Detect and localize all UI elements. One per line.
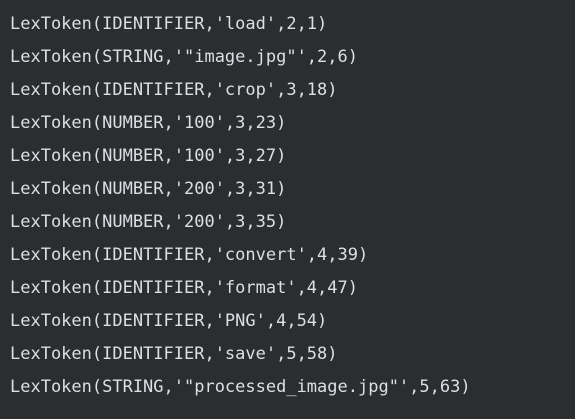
- console-line: LexToken(NUMBER,'200',3,35): [10, 212, 287, 232]
- console-line: LexToken(IDENTIFIER,'load',2,1): [10, 14, 328, 34]
- console-line: LexToken(IDENTIFIER,'PNG',4,54): [10, 311, 328, 331]
- console-line: LexToken(NUMBER,'200',3,31): [10, 179, 287, 199]
- console-line: LexToken(NUMBER,'100',3,23): [10, 113, 287, 133]
- console-line: LexToken(STRING,'"processed_image.jpg"',…: [10, 377, 471, 397]
- console-line: LexToken(STRING,'"image.jpg"',2,6): [10, 47, 358, 67]
- console-line: LexToken(IDENTIFIER,'convert',4,39): [10, 245, 369, 265]
- console-output: LexToken(IDENTIFIER,'load',2,1) LexToken…: [0, 0, 575, 419]
- console-line: LexToken(IDENTIFIER,'format',4,47): [10, 278, 358, 298]
- console-line: LexToken(IDENTIFIER,'crop',3,18): [10, 80, 338, 100]
- console-line: LexToken(NUMBER,'100',3,27): [10, 146, 287, 166]
- console-line: LexToken(IDENTIFIER,'save',5,58): [10, 344, 338, 364]
